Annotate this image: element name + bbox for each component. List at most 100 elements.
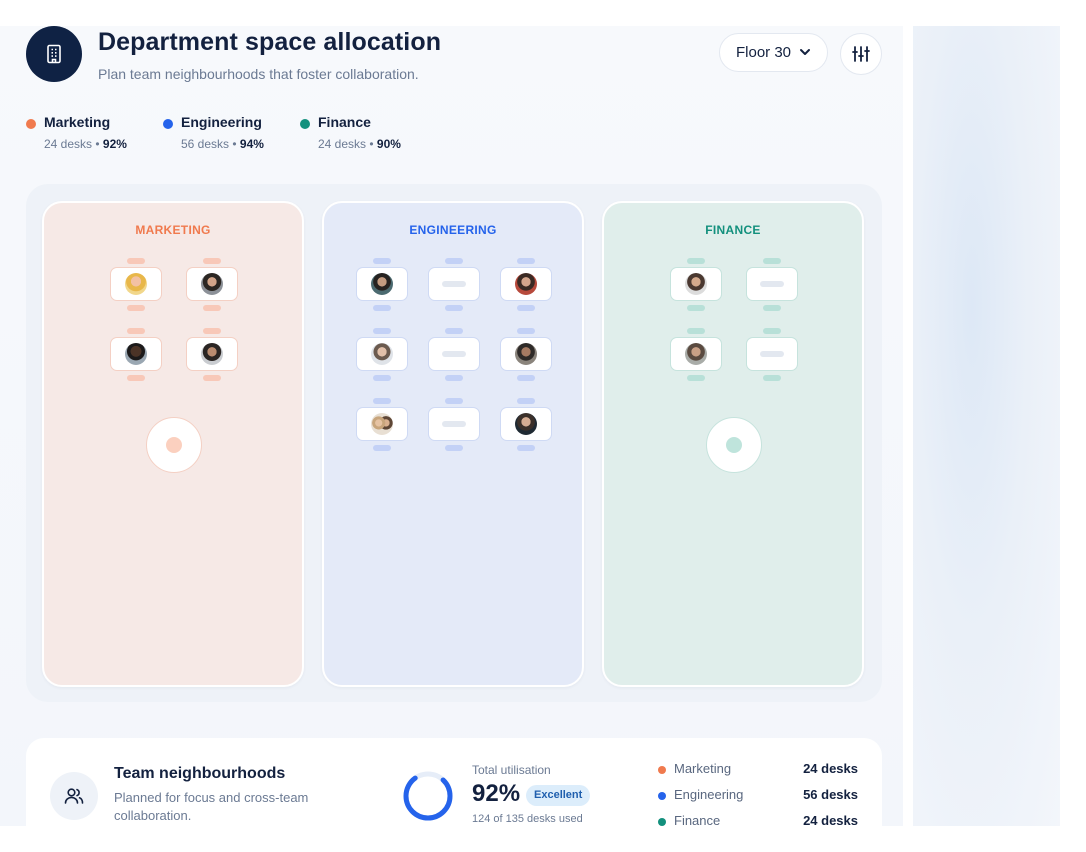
desk-empty-marker bbox=[760, 351, 784, 357]
desk-occupied[interactable] bbox=[500, 267, 552, 301]
chair bbox=[517, 305, 535, 311]
chair bbox=[445, 375, 463, 381]
chair bbox=[445, 305, 463, 311]
meeting-table[interactable] bbox=[146, 417, 202, 473]
desk-occupied[interactable] bbox=[110, 337, 162, 371]
avatar bbox=[371, 343, 393, 365]
chair bbox=[203, 375, 221, 381]
page-title: Department space allocation bbox=[98, 28, 442, 56]
desk-occupied[interactable] bbox=[356, 267, 408, 301]
avatar bbox=[685, 343, 707, 365]
zone-engineering: ENGINEERING bbox=[322, 201, 584, 687]
people-icon bbox=[50, 772, 98, 820]
chair bbox=[373, 258, 391, 264]
chair bbox=[373, 445, 391, 451]
chair bbox=[445, 328, 463, 334]
chair bbox=[517, 375, 535, 381]
chair bbox=[373, 398, 391, 404]
chair bbox=[517, 398, 535, 404]
desk-occupied[interactable] bbox=[670, 267, 722, 301]
legend-name: Engineering bbox=[181, 114, 262, 130]
summary-row-name: Engineering bbox=[674, 787, 744, 802]
desk-empty[interactable] bbox=[746, 267, 798, 301]
chair bbox=[373, 305, 391, 311]
summary-row-name: Marketing bbox=[674, 761, 732, 776]
chair bbox=[763, 305, 781, 311]
desk-occupied[interactable] bbox=[186, 267, 238, 301]
meeting-table-core bbox=[726, 437, 742, 453]
pane-divider bbox=[903, 26, 913, 826]
chair bbox=[687, 328, 705, 334]
legend-meta: 56 desks • 94% bbox=[181, 137, 264, 151]
desk-empty[interactable] bbox=[428, 407, 480, 441]
desk-empty[interactable] bbox=[428, 267, 480, 301]
summary-row-value: 56 desks bbox=[803, 787, 858, 802]
legend-name: Marketing bbox=[44, 114, 111, 130]
desk-occupied[interactable] bbox=[110, 267, 162, 301]
summary-row-name: Finance bbox=[674, 813, 721, 826]
chair bbox=[687, 258, 705, 264]
utilisation-ring bbox=[403, 771, 453, 821]
floor-select-value: Floor 30 bbox=[736, 44, 792, 61]
legend-meta: 24 desks • 90% bbox=[318, 137, 401, 151]
zone-marketing: MARKETING bbox=[42, 201, 304, 687]
page-subtitle: Plan team neighbourhoods that foster col… bbox=[98, 66, 419, 82]
zone-label: MARKETING bbox=[135, 223, 211, 237]
utilisation-footnote: 124 of 135 desks used bbox=[472, 813, 583, 825]
chair bbox=[127, 328, 145, 334]
avatar bbox=[371, 273, 393, 295]
desk-occupied[interactable] bbox=[356, 407, 408, 441]
avatar bbox=[371, 413, 393, 435]
legend-meta: 24 desks • 92% bbox=[44, 137, 127, 151]
summary-row-engineering: Engineering 56 desks bbox=[658, 787, 858, 805]
floor-select[interactable]: Floor 30 bbox=[719, 33, 828, 72]
desk-empty-marker bbox=[442, 351, 466, 357]
chair bbox=[203, 258, 221, 264]
avatar bbox=[685, 273, 707, 295]
status-badge: Excellent bbox=[526, 785, 591, 806]
chair bbox=[127, 258, 145, 264]
sliders-icon bbox=[852, 46, 870, 62]
avatar bbox=[125, 343, 147, 365]
summary-card: Team neighbourhoods Planned for focus an… bbox=[26, 738, 882, 826]
desk-empty-marker bbox=[442, 421, 466, 427]
chair bbox=[763, 328, 781, 334]
summary-row-value: 24 desks bbox=[803, 761, 858, 776]
chair bbox=[373, 328, 391, 334]
summary-row-marketing: Marketing 24 desks bbox=[658, 761, 858, 779]
filter-button[interactable] bbox=[840, 33, 882, 75]
zone-label: FINANCE bbox=[705, 223, 761, 237]
meeting-table[interactable] bbox=[706, 417, 762, 473]
legend-name: Finance bbox=[318, 114, 371, 130]
desk-occupied[interactable] bbox=[356, 337, 408, 371]
chair bbox=[445, 258, 463, 264]
desk-empty-marker bbox=[760, 281, 784, 287]
zone-finance: FINANCE bbox=[602, 201, 864, 687]
app-frame: Department space allocation Plan team ne… bbox=[0, 26, 1060, 826]
avatar bbox=[201, 343, 223, 365]
chair bbox=[127, 305, 145, 311]
desk-occupied[interactable] bbox=[670, 337, 722, 371]
utilisation-label: Total utilisation bbox=[472, 763, 551, 777]
chair bbox=[203, 305, 221, 311]
summary-dot bbox=[658, 766, 666, 774]
desk-empty[interactable] bbox=[746, 337, 798, 371]
desk-occupied[interactable] bbox=[500, 337, 552, 371]
desk-occupied[interactable] bbox=[500, 407, 552, 441]
desk-occupied[interactable] bbox=[186, 337, 238, 371]
desk-empty[interactable] bbox=[428, 337, 480, 371]
chair bbox=[763, 375, 781, 381]
avatar bbox=[515, 273, 537, 295]
chair bbox=[687, 375, 705, 381]
chair bbox=[517, 258, 535, 264]
summary-dot bbox=[658, 792, 666, 800]
avatar bbox=[201, 273, 223, 295]
summary-title: Team neighbourhoods bbox=[114, 765, 286, 782]
chair bbox=[127, 375, 145, 381]
floor-plan: MARKETING ENGINEERING FINANCE bbox=[26, 184, 882, 702]
summary-row-value: 24 desks bbox=[803, 813, 858, 826]
legend-dot bbox=[163, 119, 173, 129]
chair bbox=[687, 305, 705, 311]
legend-dot bbox=[26, 119, 36, 129]
chair bbox=[763, 258, 781, 264]
